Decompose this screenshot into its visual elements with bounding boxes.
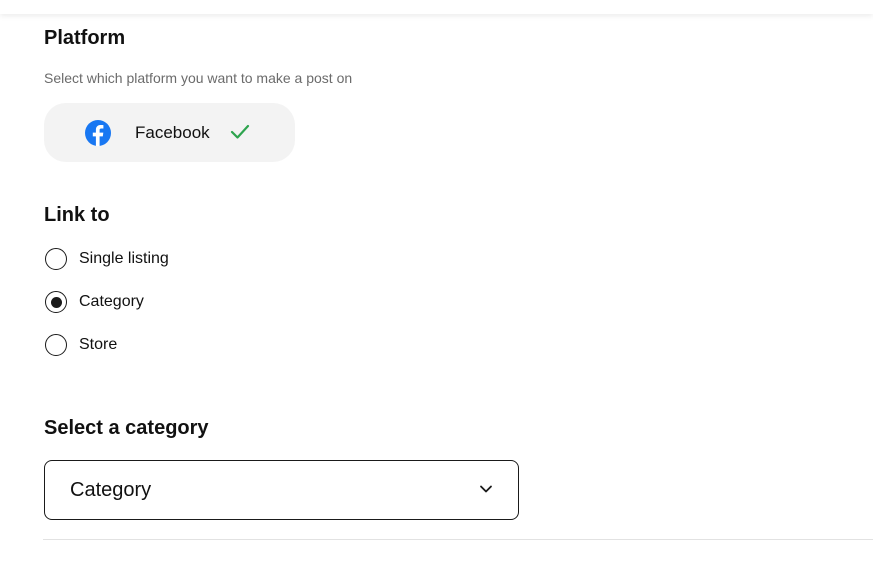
- radio-label: Category: [79, 293, 144, 310]
- radio-label: Store: [79, 336, 118, 353]
- platform-option-facebook[interactable]: Facebook: [44, 103, 295, 162]
- platform-heading: Platform: [44, 27, 126, 49]
- category-dropdown[interactable]: Category: [44, 460, 519, 520]
- radio-button[interactable]: [45, 334, 67, 356]
- top-bar-shadow: [0, 0, 873, 14]
- radio-label: Single listing: [79, 250, 169, 267]
- chevron-down-icon: [480, 485, 492, 493]
- category-select-heading: Select a category: [44, 417, 209, 439]
- radio-button-selected[interactable]: [45, 291, 67, 313]
- radio-selected-dot: [50, 296, 62, 308]
- section-divider: [43, 539, 873, 540]
- platform-label: Facebook: [135, 123, 210, 142]
- radio-button[interactable]: [45, 248, 67, 270]
- link-to-heading: Link to: [44, 204, 110, 226]
- platform-subtext: Select which platform you want to make a…: [44, 70, 353, 86]
- checkmark-icon: [230, 124, 250, 139]
- category-dropdown-value: Category: [70, 479, 152, 501]
- facebook-icon: [85, 120, 111, 146]
